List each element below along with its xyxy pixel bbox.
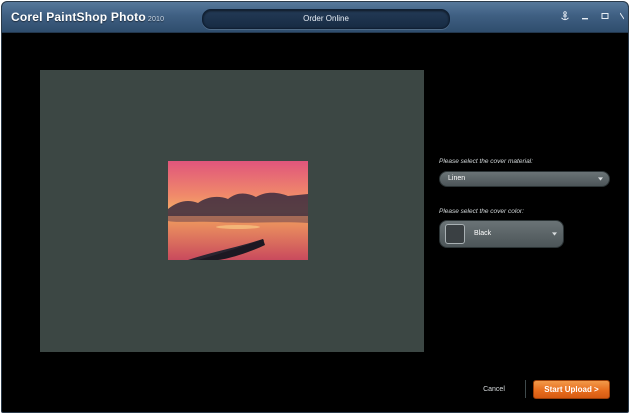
- minimize-icon[interactable]: [580, 11, 590, 21]
- cover-color-dropdown[interactable]: Black: [439, 220, 564, 248]
- cover-material-dropdown[interactable]: Linen: [439, 171, 610, 187]
- color-swatch: [445, 224, 465, 244]
- maximize-icon[interactable]: [600, 11, 610, 21]
- app-window: Corel PaintShop Photo2010 Order Online: [1, 1, 629, 413]
- cover-color-value: Black: [474, 230, 492, 237]
- cover-color-label: Please select the cover color:: [439, 208, 524, 215]
- tab-order-online[interactable]: Order Online: [202, 9, 450, 29]
- chevron-down-icon: [552, 232, 557, 236]
- cover-material-label: Please select the cover material:: [439, 158, 533, 165]
- photo-thumbnail: [168, 161, 308, 260]
- cancel-button[interactable]: Cancel: [472, 384, 516, 396]
- app-year: 2010: [147, 16, 165, 23]
- button-divider: [525, 380, 526, 398]
- window-controls: [560, 11, 624, 21]
- start-upload-button[interactable]: Start Upload >: [533, 380, 610, 399]
- app-name: Corel PaintShop Photo: [11, 10, 146, 24]
- chevron-down-icon: [598, 177, 603, 181]
- title-bar: Corel PaintShop Photo 2010 Order Online: [2, 2, 628, 33]
- cover-material-value: Linen: [448, 175, 466, 182]
- close-icon[interactable]: [620, 11, 624, 21]
- anchor-help-icon[interactable]: [560, 11, 570, 21]
- app-title: Corel PaintShop Photo 2010: [11, 10, 164, 24]
- cover-preview-panel: [40, 70, 424, 352]
